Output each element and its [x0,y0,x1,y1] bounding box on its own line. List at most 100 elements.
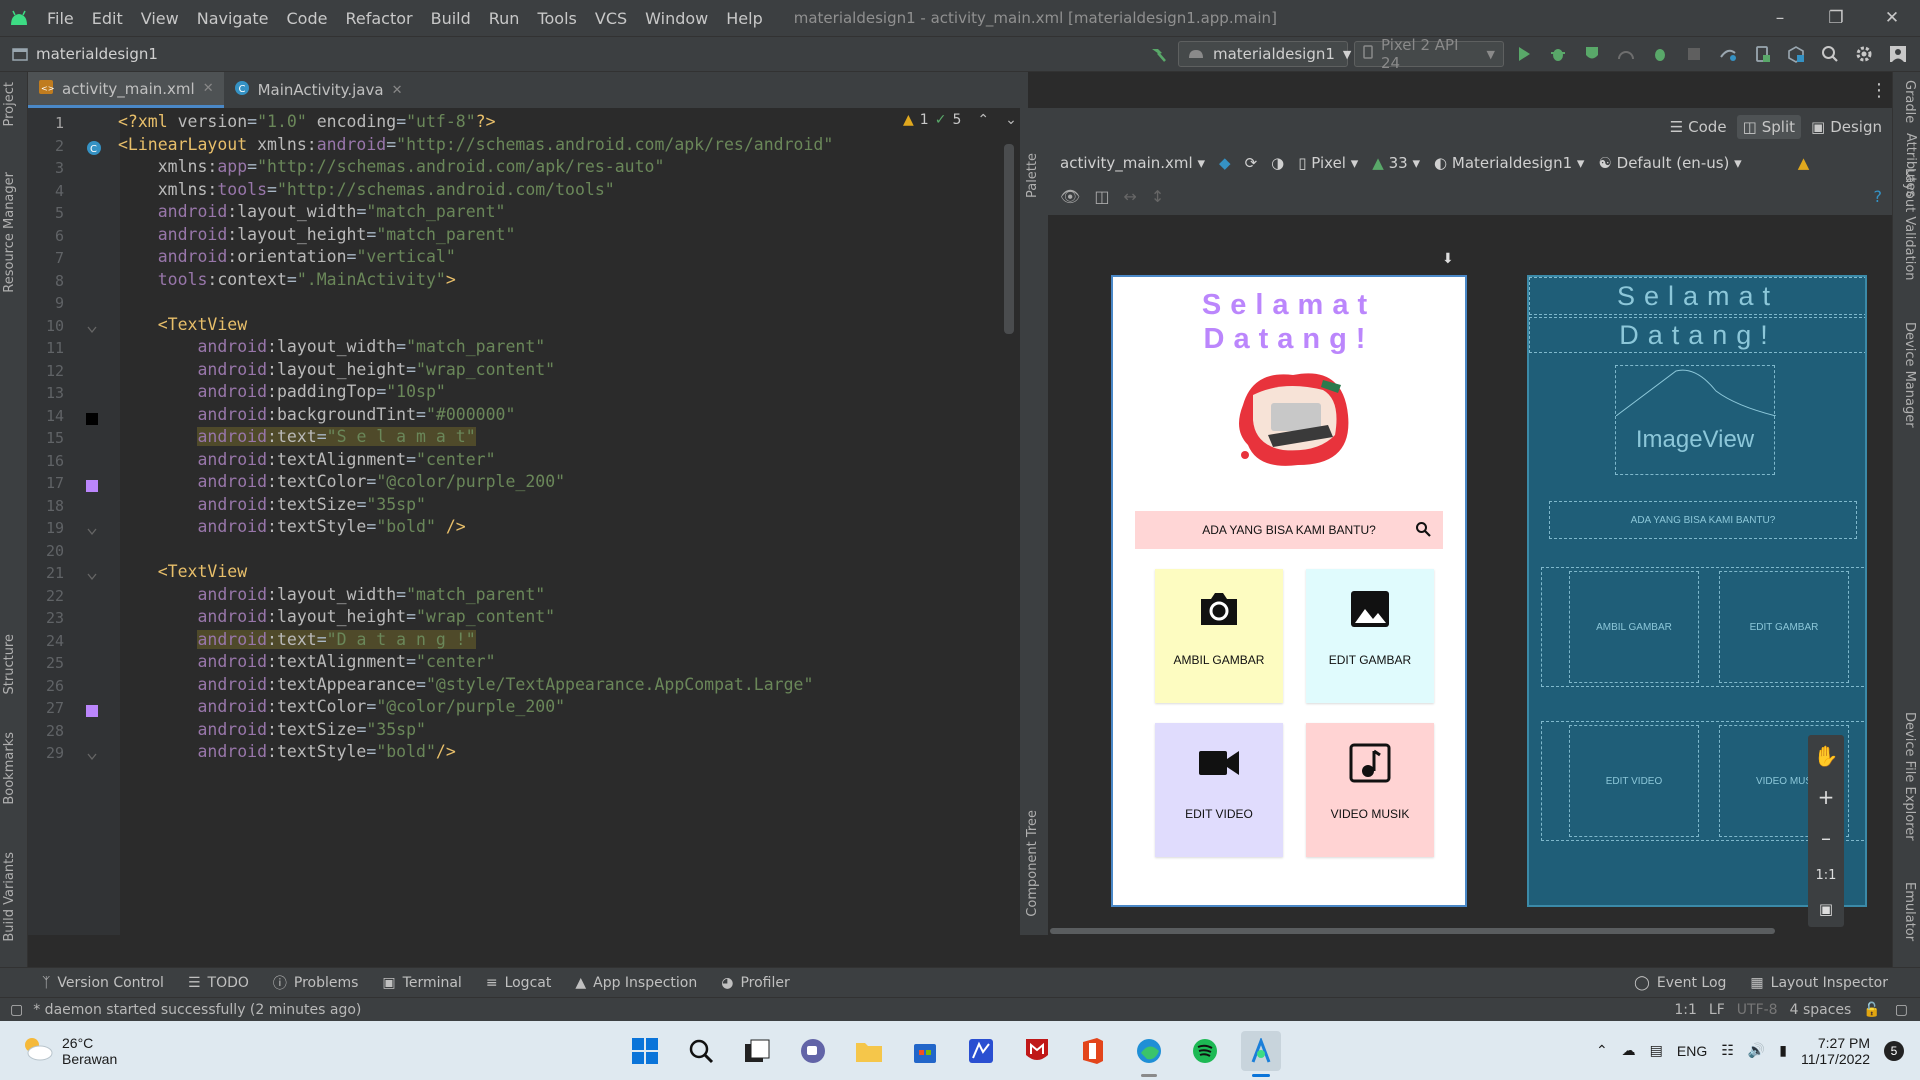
office-icon[interactable] [1073,1031,1113,1071]
attach-debugger-icon[interactable] [1646,40,1674,68]
tool-terminal[interactable]: ▣ Terminal [370,975,473,991]
class-marker-icon[interactable]: C [86,140,101,155]
line-number[interactable]: 5 [28,204,64,222]
tab-main-activity[interactable]: C MainActivity.java ✕ [224,72,413,108]
line-number[interactable]: 3 [28,159,64,177]
line-number[interactable]: 23 [28,609,64,627]
code-line[interactable]: android:textStyle="bold" /> [118,517,465,536]
caret-position[interactable]: 1:1 [1674,1002,1697,1018]
mcafee-icon[interactable] [1017,1031,1057,1071]
tool-emulator[interactable]: Emulator [1902,882,1917,941]
sdk-manager-icon[interactable] [1782,40,1810,68]
stop-icon[interactable] [1680,40,1708,68]
line-number[interactable]: 26 [28,677,64,695]
search-icon[interactable] [681,1031,721,1071]
editor-scrollbar[interactable] [1004,144,1014,334]
tool-profiler[interactable]: ◕ Profiler [709,975,802,991]
restore-icon[interactable]: ❐ [1808,0,1864,36]
tool-problems[interactable]: ⓘ Problems [261,973,371,993]
code-mode-button[interactable]: ☰ Code [1664,115,1733,139]
code-line[interactable]: android:textColor="@color/purple_200" [118,697,565,716]
code-line[interactable]: android:layout_width="match_parent" [118,585,545,604]
code-line[interactable]: android:paddingTop="10sp" [118,382,445,401]
battery-icon[interactable]: ▮ [1779,1042,1787,1059]
tool-device-file-explorer[interactable]: Device File Explorer [1902,712,1917,841]
tool-gradle[interactable]: Gradle [1902,80,1917,123]
color-swatch-purple[interactable] [86,477,98,492]
component-tree-tab[interactable]: Component Tree [1025,810,1040,917]
line-number[interactable]: 2 [28,137,64,155]
design-h-scrollbar[interactable] [1050,928,1775,934]
tool-resource-manager[interactable]: Resource Manager [2,172,17,293]
device-select[interactable]: ▯ Pixel ▾ [1298,154,1358,172]
code-line[interactable]: android:textColor="@color/purple_200" [118,472,565,491]
night-mode-icon[interactable]: ◑ [1271,154,1284,172]
split-mode-button[interactable]: ◫ Split [1736,114,1802,139]
debug-icon[interactable] [1544,40,1572,68]
phone-preview[interactable]: Selamat Datang! ADA YANG BISA KAMI BANTU… [1111,275,1467,907]
memory-indicator-icon[interactable]: ▢ [1895,1002,1908,1018]
code-line[interactable]: android:backgroundTint="#000000" [118,405,515,424]
close-tab-icon[interactable]: ✕ [203,81,214,96]
menu-vcs[interactable]: VCS [586,9,636,28]
zoom-in-icon[interactable]: + [1818,785,1835,809]
zoom-actual-size[interactable]: 1:1 [1816,868,1837,883]
line-number[interactable]: 29 [28,744,64,762]
code-line[interactable]: android:layout_height="match_parent" [118,225,516,244]
code-line[interactable]: android:layout_height="wrap_content" [118,607,555,626]
hammer-icon[interactable] [1144,40,1172,68]
panel-toggle-icon[interactable]: ▢ [10,1002,23,1018]
tool-layout-inspector[interactable]: ▦ Layout Inspector [1738,975,1900,991]
notification-badge[interactable]: 5 [1884,1040,1904,1061]
minimize-icon[interactable]: – [1752,0,1808,36]
device-manager-icon[interactable] [1748,40,1776,68]
code-editor[interactable]: 1 2 3 4 5 6 7 8 9 10 11 12 13 14 15 16 17 18 19 20 21 22 23 24 2… [28,108,1018,935]
layout-file-select[interactable]: activity_main.xml ▾ [1060,154,1205,172]
code-line[interactable]: android:textAlignment="center" [118,652,495,671]
code-line[interactable]: <LinearLayout xmlns:android="http://sche… [118,135,833,154]
line-number[interactable]: 9 [28,294,64,312]
design-canvas[interactable]: ⬇ Selamat Datang! ADA YANG BISA KAMI BAN… [1048,215,1892,935]
warning-icon[interactable]: ▲ [1798,154,1810,172]
close-tab-icon[interactable]: ✕ [392,83,403,98]
code-line[interactable]: android:orientation="vertical" [118,247,456,266]
tool-device-manager[interactable]: Device Manager [1902,322,1917,428]
chevron-down-icon[interactable]: ⌄ [1005,112,1017,128]
line-number[interactable]: 11 [28,339,64,357]
code-line[interactable]: android:layout_width="match_parent" [118,337,545,356]
network-icon[interactable]: ▤ [1650,1042,1663,1059]
fold-icon[interactable] [86,747,98,761]
tool-structure[interactable]: Structure [2,634,17,694]
menu-code[interactable]: Code [278,9,337,28]
line-number[interactable]: 25 [28,654,64,672]
code-line[interactable]: <?xml version="1.0" encoding="utf-8"?> [118,112,496,131]
zoom-to-fit-icon[interactable]: ▣ [1819,900,1833,918]
theme-select[interactable]: ◐ Materialdesign1 ▾ [1434,154,1584,172]
code-line[interactable]: xmlns:app="http://schemas.android.com/ap… [118,157,665,176]
code-line[interactable]: xmlns:tools="http://schemas.android.com/… [118,180,615,199]
eye-icon[interactable]: 👁 [1060,187,1080,206]
spotify-icon[interactable] [1185,1031,1225,1071]
menu-view[interactable]: View [132,9,188,28]
file-explorer-icon[interactable] [849,1031,889,1071]
horizontal-arrows-icon[interactable]: ↔ [1123,187,1136,206]
chevron-up-icon[interactable]: ⌃ [977,112,989,128]
menu-help[interactable]: Help [717,9,771,28]
attributes-tab[interactable]: Attributes [1903,133,1918,197]
tool-project[interactable]: Project [2,82,17,126]
help-icon[interactable]: ? [1874,187,1883,206]
language-indicator[interactable]: ENG [1677,1043,1707,1059]
color-swatch-black[interactable] [86,410,98,425]
wifi-icon[interactable]: ☷ [1721,1042,1734,1059]
coverage-icon[interactable] [1578,40,1606,68]
teams-chat-icon[interactable] [793,1031,833,1071]
line-number[interactable]: 15 [28,429,64,447]
line-number[interactable]: 18 [28,497,64,515]
line-number[interactable]: 7 [28,249,64,267]
run-icon[interactable] [1510,40,1538,68]
pan-hand-icon[interactable]: ✋ [1814,744,1839,768]
tool-build-variants[interactable]: Build Variants [2,852,17,942]
line-number[interactable]: 21 [28,564,64,582]
device-select[interactable]: Pixel 2 API 24 ▼ [1354,36,1504,72]
clock[interactable]: 7:27 PM 11/17/2022 [1801,1035,1870,1067]
